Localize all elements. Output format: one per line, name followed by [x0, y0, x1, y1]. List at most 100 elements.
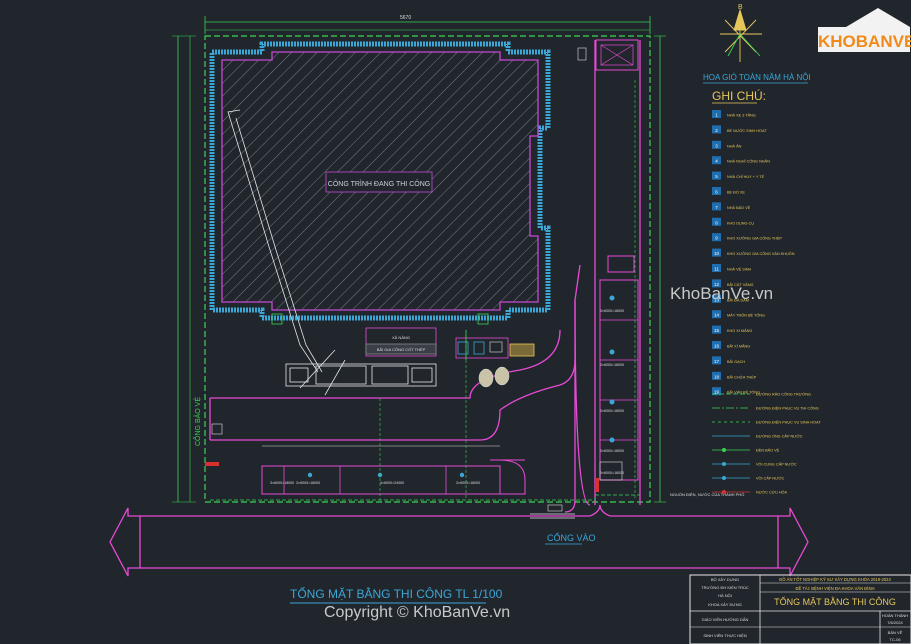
legend-symbol-label: NƯỚC CỨU HỎA: [756, 490, 788, 495]
legend-item-label: NHÀ VỆ SINH: [727, 267, 752, 272]
bottom-dim-1: 3×6000=18000: [270, 481, 294, 485]
tb-university: TRƯỜNG ĐH KIẾN TRÚC: [701, 585, 749, 590]
legend-item: 18 BÃI CHỨA THÉP: [712, 371, 757, 380]
bottom-dim-3: 4×6000=24000: [380, 481, 404, 485]
legend-item-number: 18: [714, 374, 720, 379]
gate-label: CỔNG VÀO: [547, 532, 596, 543]
legend-item: 17 BÃI GẠCH: [712, 356, 745, 365]
tb-sheet-label: BẢN VẼ: [888, 630, 903, 635]
legend-item-label: BÃI CHỨA THÉP: [727, 374, 757, 379]
logo-text: KHOBANVE: [818, 32, 911, 51]
drawing-title: TỔNG MẶT BẰNG THI CÔNG TL 1/100: [290, 586, 503, 604]
bottom-dim-2: 3×6000=18000: [296, 481, 320, 485]
legend-item-label: KHO DỤNG CỤ: [727, 221, 754, 225]
legend-item-label: NHÀ CHỈ HUY + Y TẾ: [727, 174, 765, 179]
main-road: [109, 504, 809, 577]
right-dim-1: 3×6000=18000: [600, 309, 624, 313]
tb-sheet: TC-05: [889, 637, 901, 642]
legend-item-number: 16: [714, 344, 720, 349]
legend-item-number: 14: [714, 313, 720, 318]
legend-symbol-label: ĐƯỜNG ỐNG CẤP NƯỚC: [756, 434, 803, 439]
legend-item-number: 11: [714, 267, 719, 272]
legend-item: 7 NHÀ BẢO VỆ: [712, 202, 751, 211]
legend-item-label: KHO XƯỞNG GIA CÔNG THÉP: [727, 236, 782, 241]
logo: KHOBANVE: [818, 8, 911, 52]
legend-item-label: NHÀ XE 3 TẦNG: [727, 114, 756, 118]
watermark-main: KhoBanVe.vn: [670, 284, 773, 303]
legend-item: 16 BÃI XÍ MĂNG: [712, 341, 750, 349]
crane-label-2: BÃI GIA CÔNG CỐT THÉP: [377, 347, 426, 352]
main-gate: CỔNG VÀO: [530, 504, 596, 545]
legend-item: 5 NHÀ CHỈ HUY + Y TẾ: [712, 171, 765, 180]
right-dimension: [654, 35, 666, 503]
legend-item-label: BÃI XÍ MĂNG: [727, 344, 750, 349]
legend-item-label: BỂ NƯỚC SINH HOẠT: [727, 128, 768, 133]
bottom-storage-row: 3×6000=18000 3×6000=18000 4×6000=24000 3…: [261, 445, 526, 495]
legend-symbol: ĐƯỜNG ĐIỆN PHỤC VỤ THI CÔNG: [712, 406, 819, 411]
side-gate-label: CỔNG BẢO VỆ: [193, 397, 202, 446]
legend-item-label: NHÀ NGHỈ CÔNG NHÂN: [727, 159, 770, 164]
supply-label: NGUỒN ĐIỆN, NƯỚC CỦA THÀNH PHỐ: [670, 492, 744, 497]
legend-item-label: MÁY TRỘN BÊ TÔNG: [727, 313, 765, 318]
tb-drawing: TỔNG MẶT BẰNG THI CÔNG: [774, 596, 896, 607]
site-plan-drawing: 5670 CÔNG TRÌNH ĐANG THI CÔNG 3×6000=180…: [109, 4, 911, 644]
tb-faculty: KHOA XÂY DỰNG: [708, 602, 742, 607]
legend-symbol-label: ĐÈN BẢO VỆ: [756, 448, 780, 453]
legend-symbol: VÒI CUNG CẤP NƯỚC: [712, 462, 797, 467]
watermark-copyright: Copyright © KhoBanVe.vn: [324, 604, 510, 621]
legend-item: 15 KHO XI MĂNG: [712, 325, 752, 334]
tb-ministry: BỘ XÂY DỰNG: [711, 577, 739, 582]
right-dim-3: 3×6000=18000: [600, 409, 624, 413]
legend-item: 10 KHO XƯỞNG GIA CÔNG VÁN KHUÔN: [712, 248, 795, 257]
top-dimension: 5670: [204, 15, 651, 34]
title-block: BỘ XÂY DỰNG TRƯỜNG ĐH KIẾN TRÚC HÀ NỘI K…: [689, 574, 911, 644]
legend-item-label: NHÀ ĂN: [727, 144, 742, 148]
north-label: B: [738, 4, 743, 11]
legend-item-number: 10: [714, 251, 720, 256]
tb-thesis: ĐỒ ÁN TỐT NGHIỆP KỸ SƯ XÂY DỰNG KHÓA 201…: [779, 577, 891, 582]
legend-item-number: 15: [714, 328, 720, 333]
legend-symbol-label: VÒI CẤP NƯỚC: [756, 476, 785, 481]
legend-item: 3 NHÀ ĂN: [712, 140, 742, 149]
legend-item: 4 NHÀ NGHỈ CÔNG NHÂN: [712, 156, 770, 165]
tb-city: HÀ NỘI: [718, 593, 732, 598]
legend-symbol: NƯỚC CỨU HỎA: [712, 490, 788, 495]
title-text: TỔNG MẶT BẰNG THI CÔNG TL 1/100: [290, 586, 503, 601]
right-dim-4: 3×6000=18000: [600, 449, 624, 453]
legend-item: 14 MÁY TRỘN BÊ TÔNG: [712, 310, 765, 319]
legend-item: 2 BỂ NƯỚC SINH HOẠT: [712, 125, 768, 134]
legend-numbered-list: 1 NHÀ XE 3 TẦNG 2 BỂ NƯỚC SINH HOẠT 3 NHÀ ĂN 4…: [712, 110, 795, 396]
dim-top-text: 5670: [400, 15, 411, 21]
legend-symbol-label: VÒI CUNG CẤP NƯỚC: [756, 462, 797, 467]
tb-project: ĐỀ TÀI: BỆNH VIỆN ĐA KHOA VĂN ĐÌNH: [795, 586, 874, 591]
legend-symbol: ĐÈN BẢO VỆ: [712, 448, 780, 453]
legend-item-label: BÃI GẠCH: [727, 359, 745, 364]
legend-item-label: KHO XƯỞNG GIA CÔNG VÁN KHUÔN: [727, 251, 795, 256]
tb-student: SINH VIÊN THỰC HIỆN: [703, 633, 746, 638]
legend-item-label: NHÀ BẢO VỆ: [727, 205, 751, 210]
legend-symbol-label: ĐƯỜNG ĐIỆN PHỤC VỤ SINH HOẠT: [756, 420, 822, 425]
legend-symbol: ĐƯỜNG ĐIỆN PHỤC VỤ SINH HOẠT: [712, 420, 822, 425]
building-under-construction: CÔNG TRÌNH ĐANG THI CÔNG: [209, 41, 551, 321]
legend-item: 9 KHO XƯỞNG GIA CÔNG THÉP: [712, 233, 782, 242]
legend-title: GHI CHÚ:: [712, 88, 766, 103]
right-dim-5: 3×6000=18000: [600, 471, 624, 475]
legend-symbol: ĐƯỜNG ỐNG CẤP NƯỚC: [712, 434, 803, 439]
legend-symbol-label: ĐƯỜNG ĐIỆN PHỤC VỤ THI CÔNG: [756, 406, 819, 411]
legend-wind-title: HOA GIÓ TOÀN NĂM HÀ NỘI: [703, 73, 811, 82]
legend-item: 8 KHO DỤNG CỤ: [712, 217, 754, 226]
material-storage-cluster: [455, 330, 535, 388]
legend-symbol-list: ĐƯỜNG RÀO CÔNG TRƯỜNG ĐƯỜNG ĐIỆN PHỤC VỤ …: [712, 392, 822, 495]
right-dim-2: 3×6000=18000: [600, 363, 624, 367]
legend-item-label: BỂ ĐỔ XE: [727, 190, 745, 195]
legend-symbol: VÒI CẤP NƯỚC: [712, 476, 785, 481]
legend-item: 11 NHÀ VỆ SINH: [712, 264, 752, 272]
right-side-structures: 3×6000=18000 3×6000=18000 3×6000=18000 3…: [577, 39, 639, 481]
north-arrow-icon: B: [720, 4, 762, 62]
side-gate: CỔNG BẢO VỆ: [193, 397, 223, 446]
legend-symbol-label: ĐƯỜNG RÀO CÔNG TRƯỜNG: [756, 392, 811, 397]
legend-item: 1 NHÀ XE 3 TẦNG: [712, 110, 756, 118]
legend-item: 6 BỂ ĐỔ XE: [712, 187, 745, 195]
tb-date-label: HOÀN THÀNH: [882, 613, 908, 618]
legend-item-number: 17: [714, 359, 720, 364]
